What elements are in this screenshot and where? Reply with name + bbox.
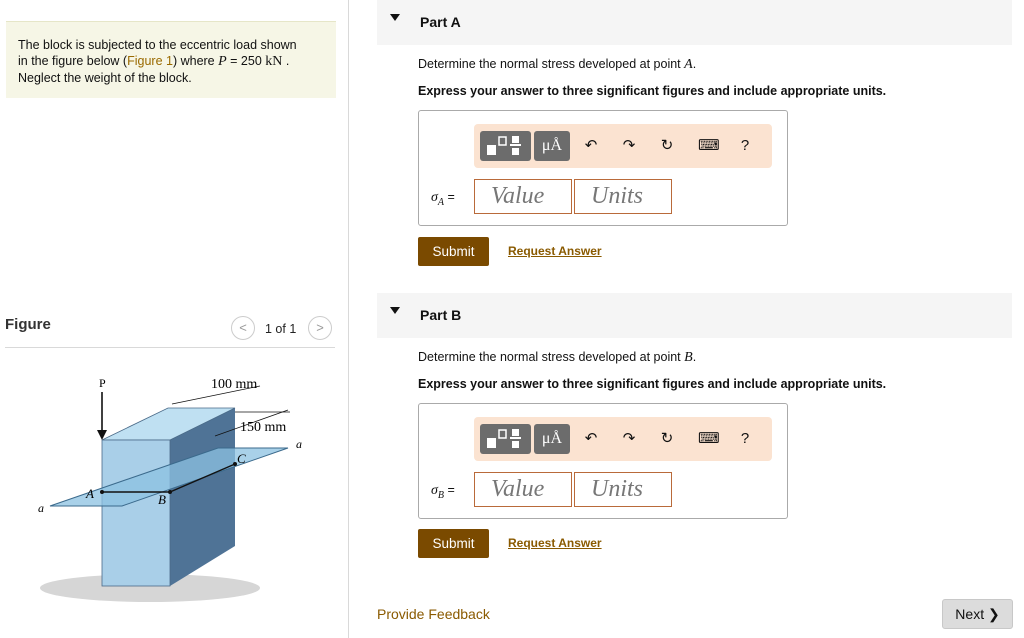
redo-icon[interactable]: ↷ [620,430,638,448]
part-b-title: Part B [420,307,462,323]
problem-text: ) where [172,54,219,68]
label-dim2: 150 mm [240,420,286,435]
part-a-request-answer-link[interactable]: Request Answer [508,244,602,258]
part-a-submit-button[interactable]: Submit [418,237,489,266]
label-a-right: a [296,437,302,451]
sigma-symbol: σ [431,483,438,498]
provide-feedback-link[interactable]: Provide Feedback [377,606,490,622]
block-figure: P 100 mm 150 mm C A B a a [38,376,302,602]
problem-line-1: The block is subjected to the eccentric … [18,38,297,52]
problem-statement: The block is subjected to the eccentric … [6,21,336,98]
reset-icon[interactable]: ↻ [658,430,676,448]
help-icon[interactable]: ? [736,137,754,155]
problem-line-2: in the figure below (Figure 1) where P =… [18,53,324,70]
label-a-point: A [85,486,94,501]
prompt-end: . [692,350,697,364]
part-a-prompt: Determine the normal stress developed at… [418,57,696,73]
reset-icon[interactable]: ↻ [658,137,676,155]
figure-next-button[interactable]: > [308,316,332,340]
collapse-caret-icon[interactable] [390,14,400,21]
units-symbol-button[interactable]: μÅ [534,424,570,454]
part-b-prompt: Determine the normal stress developed at… [418,350,696,366]
label-p: P [99,376,106,390]
load-variable: P [218,54,227,69]
part-b-instruction: Express your answer to three significant… [418,377,887,391]
label-b-point: B [158,492,166,507]
template-button[interactable] [480,131,531,161]
part-a-title: Part A [420,14,461,30]
undo-icon[interactable]: ↶ [582,137,600,155]
sigma-b-label: σB = [431,483,455,501]
keyboard-icon[interactable]: ⌨ [698,430,720,448]
equals-sign: = [444,483,455,497]
part-b-answer-box: μÅ ↶ ↷ ↻ ⌨ ? σB = Value Units [418,403,788,519]
prompt-text: Determine the normal stress developed at… [418,57,685,71]
left-panel: The block is subjected to the eccentric … [0,0,349,638]
undo-icon[interactable]: ↶ [582,430,600,448]
figure-prev-button[interactable]: < [231,316,255,340]
collapse-caret-icon[interactable] [390,307,400,314]
equals-sign: = [444,190,455,204]
point-a [100,490,104,494]
part-a-instruction: Express your answer to three significant… [418,84,887,98]
label-c: C [237,451,246,466]
prompt-end: . [692,57,697,71]
load-equals: = 250 [226,54,266,68]
sigma-a-label: σA = [431,190,455,208]
prompt-text: Determine the normal stress developed at… [418,350,685,364]
label-a-left: a [38,501,44,515]
value-input[interactable]: Value [474,179,572,214]
template-icon [487,429,521,448]
part-b-header[interactable]: Part B [377,293,1012,338]
label-dim1: 100 mm [211,377,257,392]
problem-text: . [282,54,290,68]
block-front-face [101,439,171,587]
figure-pager: 1 of 1 [265,322,297,336]
template-button[interactable] [480,424,531,454]
problem-line-3: Neglect the weight of the block. [18,71,192,85]
right-panel: Part A Determine the normal stress devel… [350,0,1024,638]
units-symbol-button[interactable]: μÅ [534,131,570,161]
figure-link[interactable]: Figure 1 [127,54,173,68]
figure-header: Figure < 1 of 1 > [5,313,335,348]
math-toolbar: μÅ ↶ ↷ ↻ ⌨ ? [474,124,772,168]
next-button[interactable]: Next ❯ [942,599,1013,629]
template-icon [487,136,521,155]
help-icon[interactable]: ? [736,430,754,448]
sigma-symbol: σ [431,190,438,205]
units-input[interactable]: Units [574,472,672,507]
value-input[interactable]: Value [474,472,572,507]
load-unit: kN [265,54,283,69]
part-a-header[interactable]: Part A [377,0,1012,45]
math-toolbar: μÅ ↶ ↷ ↻ ⌨ ? [474,417,772,461]
figure-title: Figure [5,316,51,333]
redo-icon[interactable]: ↷ [620,137,638,155]
prompt-point: B [684,350,693,365]
prompt-point: A [684,57,693,72]
keyboard-icon[interactable]: ⌨ [698,137,720,155]
point-b [168,490,172,494]
units-input[interactable]: Units [574,179,672,214]
part-b-submit-button[interactable]: Submit [418,529,489,558]
part-a-answer-box: μÅ ↶ ↷ ↻ ⌨ ? σA = Value Units [418,110,788,226]
part-b-request-answer-link[interactable]: Request Answer [508,536,602,550]
problem-text: in the figure below ( [18,54,128,68]
